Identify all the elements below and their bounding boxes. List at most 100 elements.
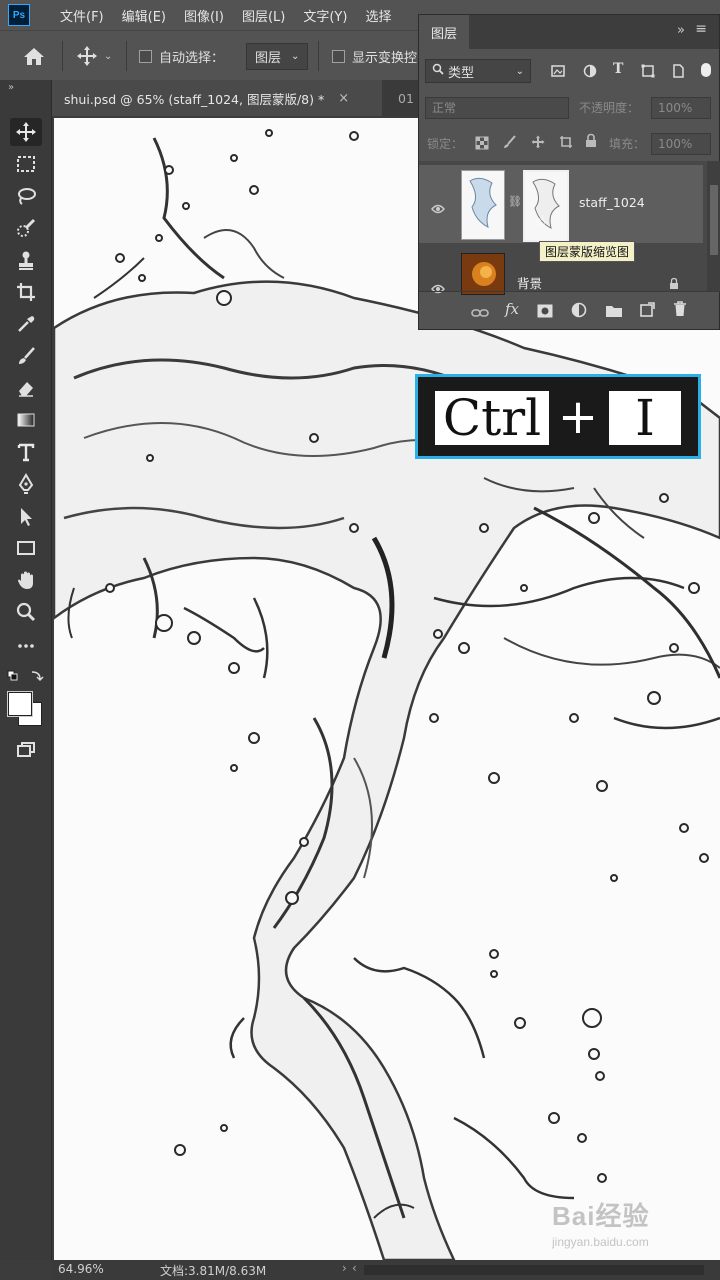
tab-second[interactable]: 01 [398, 80, 414, 116]
collapse-icon[interactable]: » [8, 82, 14, 93]
move-icon[interactable] [10, 118, 42, 146]
fill-label: 填充： [609, 137, 646, 151]
filter-smart-object-icon[interactable] [671, 63, 685, 82]
gradient-icon[interactable] [10, 406, 42, 434]
auto-select-check[interactable] [139, 49, 152, 63]
filter-kind-dropdown[interactable]: 类型 ⌄ [425, 59, 531, 83]
zoom-icon[interactable] [10, 598, 42, 626]
lasso-icon[interactable] [10, 182, 42, 210]
add-mask-icon[interactable] [537, 303, 553, 322]
layers-panel-header: 图层 » ≡ [419, 15, 719, 49]
background-layer-thumbnail[interactable] [461, 253, 505, 295]
status-bar: 64.96% 文档:3.81M/8.63M › ‹ [52, 1260, 720, 1280]
trash-icon[interactable] [673, 301, 687, 321]
rectangle-icon[interactable] [10, 534, 42, 562]
cursor-hand-icon: ☝ [537, 213, 546, 229]
layers-title: 图层 [431, 26, 458, 42]
menu-edit[interactable]: 编辑(E) [122, 6, 166, 25]
tooltip: 图层蒙版缩览图 [539, 241, 636, 262]
foreground-color[interactable] [8, 692, 32, 716]
link-icon[interactable] [471, 304, 489, 323]
menu-select[interactable]: 选择 [365, 6, 391, 25]
plus-sign: + [557, 389, 599, 445]
layer-name[interactable]: staff_1024 [579, 195, 645, 210]
blend-row: 正常 不透明度： 100% [419, 91, 719, 125]
watermark-url: jingyan.baidu.com [552, 1235, 649, 1249]
status-arrow-icon[interactable]: › [342, 1261, 347, 1275]
quick-select-icon[interactable] [10, 214, 42, 242]
fx-icon[interactable]: fx [505, 300, 519, 318]
menu-type[interactable]: 文字(Y) [303, 6, 347, 25]
filter-type-icon[interactable]: T [613, 61, 623, 77]
baidu-watermark: Bai经验 jingyan.baidu.com [552, 1196, 702, 1252]
visibility-eye-icon[interactable] [431, 199, 445, 218]
new-layer-icon[interactable] [639, 302, 655, 322]
default-colors-icon[interactable] [6, 668, 46, 682]
more-icon[interactable] [10, 632, 42, 660]
eyedropper-icon[interactable] [10, 310, 42, 338]
lock-all-icon[interactable] [585, 133, 597, 152]
eraser-icon[interactable] [10, 374, 42, 402]
show-transform-check[interactable] [332, 49, 345, 63]
scroll-left-icon[interactable]: ‹ [352, 1261, 357, 1275]
layer-row-staff[interactable]: ⛓ ☝ staff_1024 [419, 165, 703, 243]
lock-position-icon[interactable] [531, 134, 545, 153]
filter-kind-value: 类型 [448, 65, 475, 81]
menu-file[interactable]: 文件(F) [60, 6, 104, 25]
menu-image[interactable]: 图像(I) [184, 6, 224, 25]
folder-icon[interactable] [605, 303, 623, 322]
lock-transparent-icon[interactable] [475, 135, 489, 154]
type-icon[interactable] [10, 438, 42, 466]
layer-mask-thumbnail[interactable] [523, 170, 569, 242]
filter-adjustment-icon[interactable] [583, 63, 597, 82]
panel-menu-icon[interactable]: ≡ [695, 21, 707, 37]
move-tool-preset-icon[interactable]: ⌄ [76, 31, 112, 81]
scrollbar-thumb[interactable] [710, 185, 718, 255]
horizontal-scrollbar[interactable] [364, 1265, 704, 1275]
color-swatches[interactable] [6, 688, 46, 728]
hand-icon[interactable] [10, 566, 42, 594]
brush-icon[interactable] [10, 342, 42, 370]
document-info: 文档:3.81M/8.63M [160, 1264, 267, 1278]
layer-name[interactable]: 背景 [517, 273, 542, 292]
layers-footer: fx [419, 291, 720, 330]
watermark-brand: Bai经验 [552, 1201, 650, 1231]
crop-icon[interactable] [10, 278, 42, 306]
photoshop-logo: Ps [8, 4, 30, 26]
screen-mode-icon[interactable] [10, 736, 42, 764]
filter-shape-icon[interactable] [641, 63, 655, 82]
layers-list: ⛓ ☝ staff_1024 背景 [419, 161, 720, 295]
filter-toggle-icon[interactable] [701, 63, 711, 77]
menu-layer[interactable]: 图层(L) [242, 6, 285, 25]
lock-label: 锁定： [427, 137, 464, 151]
blend-mode-dropdown[interactable]: 正常 [425, 97, 569, 119]
adjustment-icon[interactable] [571, 302, 587, 322]
filter-row: 类型 ⌄ T [419, 55, 719, 89]
home-icon[interactable] [22, 31, 46, 81]
tab-title: shui.psd @ 65% (staff_1024, 图层蒙版/8) * [64, 91, 325, 107]
panel-collapse-icon[interactable]: » [677, 23, 685, 38]
zoom-level[interactable]: 64.96% [58, 1262, 104, 1276]
filter-pixel-icon[interactable] [551, 63, 565, 82]
close-icon[interactable]: × [338, 91, 349, 106]
fill-input[interactable]: 100% [651, 133, 711, 155]
auto-select-checkbox[interactable]: 自动选择： [139, 31, 224, 81]
show-transform-checkbox[interactable]: 显示变换控 [332, 31, 417, 81]
layers-scrollbar[interactable] [707, 161, 720, 291]
lock-artboard-icon[interactable] [559, 134, 573, 153]
tab-second-title: 01 [398, 90, 414, 106]
pen-icon[interactable] [10, 470, 42, 498]
opacity-input[interactable]: 100% [651, 97, 711, 119]
opacity-label: 不透明度： [579, 101, 640, 115]
tab-shui-psd[interactable]: shui.psd @ 65% (staff_1024, 图层蒙版/8) * × [52, 80, 382, 116]
lock-pixels-icon[interactable] [503, 134, 517, 153]
mask-link-icon[interactable]: ⛓ [508, 195, 522, 208]
layers-tab[interactable]: 图层 [419, 15, 470, 49]
layers-panel: 图层 » ≡ 类型 ⌄ T 正常 不透明度： 100% 锁定： 填充： 100%… [418, 14, 720, 330]
auto-select-dropdown[interactable]: 图层 ⌄ [246, 31, 309, 81]
stamp-icon[interactable] [10, 246, 42, 274]
auto-select-value: 图层 [255, 50, 282, 66]
path-select-icon[interactable] [10, 502, 42, 530]
marquee-icon[interactable] [10, 150, 42, 178]
layer-thumbnail[interactable] [461, 170, 505, 240]
